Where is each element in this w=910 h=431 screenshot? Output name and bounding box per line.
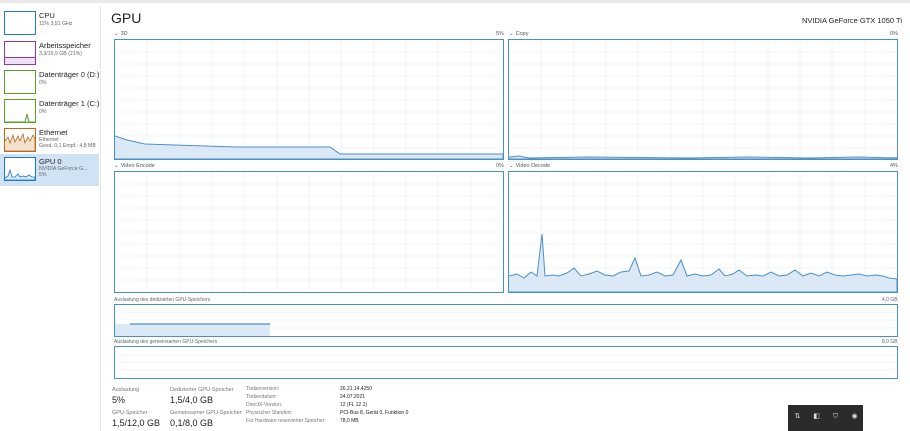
driver-version-value: 26.21.14.4250	[340, 386, 372, 392]
shared-memory-max: 8,0 GB	[882, 339, 898, 345]
shield-icon[interactable]: ⛉	[831, 412, 840, 421]
sidebar-item-detail-2: Gesd. 0,1 Empf.: 4,8 MB	[39, 143, 96, 149]
graph-copy	[508, 39, 898, 160]
location-label: Physischer Standort:	[246, 410, 293, 416]
graph-percent-copy: 0%	[890, 31, 898, 37]
sidebar-item-disk0[interactable]: Datenträger 0 (D:) 0%	[0, 67, 99, 97]
chevron-down-icon: ⌄	[509, 31, 514, 37]
top-border	[0, 0, 910, 3]
sidebar-item-label: Datenträger 0 (D:)	[39, 70, 100, 79]
sidebar-item-memory[interactable]: Arbeitsspeicher 3,3/15,9 GB (21%)	[0, 38, 99, 68]
page-title: GPU	[111, 10, 142, 26]
utilization-value: 5%	[112, 395, 126, 405]
chat-icon[interactable]: ◉	[850, 412, 859, 421]
shared-memory-label: Auslastung des gemeinsamen GPU-Speichers	[114, 339, 218, 345]
gpu-thumbnail	[4, 157, 36, 181]
graph-label-video-encode[interactable]: ⌄ Video Encode	[114, 163, 155, 169]
driver-version-label: Treiberversion:	[246, 386, 280, 392]
graph-video-decode	[508, 171, 898, 293]
graph-video-encode	[114, 171, 504, 293]
graph-video-decode-svg	[509, 172, 897, 292]
utilization-label: Auslastung	[112, 387, 140, 393]
dedicated-memory-label: Auslastung des dedizierten GPU-Speichers	[114, 297, 211, 303]
directx-label: DirectX-Version:	[246, 402, 283, 408]
graph-percent-video-decode: 4%	[890, 163, 898, 169]
sidebar-item-label: GPU 0	[39, 157, 62, 166]
network-icon[interactable]: ⇅	[793, 412, 802, 421]
graph-label-3d[interactable]: ⌄ 3D	[114, 31, 128, 37]
graph-label-copy[interactable]: ⌄ Copy	[509, 31, 528, 37]
graph-3d	[114, 39, 504, 160]
sidebar-item-label: CPU	[39, 11, 55, 20]
sidebar-item-cpu[interactable]: CPU 11% 3,51 GHz	[0, 8, 99, 38]
graph-percent-video-encode: 0%	[496, 163, 504, 169]
location-value: PCI-Bus 8, Gerät 0, Funktion 0	[340, 410, 409, 416]
device-name: NVIDIA GeForce GTX 1050 Ti	[801, 16, 902, 25]
speaker-icon[interactable]: ◧	[812, 412, 821, 421]
gpu-mem-value: 1,5/12,0 GB	[112, 418, 161, 428]
sidebar-item-label: Ethernet	[39, 128, 68, 137]
memory-thumbnail	[4, 41, 36, 65]
shared-mem-label: Gemeinsamer GPU-Speicher	[170, 410, 242, 416]
chevron-down-icon: ⌄	[509, 163, 514, 169]
shared-mem-value: 0,1/8,0 GB	[170, 418, 214, 428]
shared-memory-svg	[115, 354, 897, 371]
driver-date-value: 24.07.2021	[340, 394, 366, 400]
dedicated-memory-svg	[115, 312, 897, 336]
sidebar: CPU 11% 3,51 GHz Arbeitsspeicher 3,3/15,…	[0, 6, 101, 431]
system-tray: ⇅ ◧ ⛉ ◉	[788, 405, 863, 431]
sidebar-item-detail: 0%	[39, 109, 47, 115]
graph-3d-svg	[115, 40, 503, 159]
chevron-down-icon: ⌄	[114, 163, 119, 169]
dedicated-mem-label: Dedizierter GPU-Speicher	[170, 387, 234, 393]
disk1-thumbnail	[4, 99, 36, 123]
graph-percent-3d: 5%	[496, 31, 504, 37]
disk0-thumbnail	[4, 70, 36, 94]
graph-video-encode-svg	[115, 172, 503, 292]
dedicated-memory-max: 4,0 GB	[882, 297, 898, 303]
ethernet-thumbnail	[4, 128, 36, 152]
sidebar-item-detail: 3,3/15,9 GB (21%)	[39, 51, 82, 57]
sidebar-item-gpu0[interactable]: GPU 0 NVIDIA GeForce G... 5%	[0, 154, 99, 186]
chevron-down-icon: ⌄	[114, 31, 119, 37]
cpu-thumbnail	[4, 11, 36, 35]
graph-copy-svg	[509, 40, 897, 159]
graph-label-video-decode[interactable]: ⌄ Video Decode	[509, 163, 550, 169]
dedicated-memory-graph	[114, 304, 898, 337]
sidebar-item-label: Arbeitsspeicher	[39, 41, 91, 50]
sidebar-item-ethernet[interactable]: Ethernet Ethernet Gesd. 0,1 Empf.: 4,8 M…	[0, 125, 99, 155]
driver-date-label: Treiberdatum:	[246, 394, 277, 400]
gpu-mem-label: GPU-Speicher	[112, 410, 148, 416]
dedicated-mem-value: 1,5/4,0 GB	[170, 395, 214, 405]
shared-memory-graph	[114, 346, 898, 379]
sidebar-item-detail: 11% 3,51 GHz	[39, 21, 73, 27]
sidebar-item-detail: 0%	[39, 80, 47, 86]
sidebar-item-disk1[interactable]: Datenträger 1 (C:) 0%	[0, 96, 99, 126]
sidebar-item-detail-2: 5%	[39, 172, 47, 178]
directx-value: 12 (FL 12.1)	[340, 402, 368, 408]
reserved-memory-value: 78,0 MB	[340, 418, 359, 424]
reserved-memory-label: Für Hardware reservierter Speicher:	[246, 418, 326, 424]
sidebar-item-label: Datenträger 1 (C:)	[39, 99, 100, 108]
